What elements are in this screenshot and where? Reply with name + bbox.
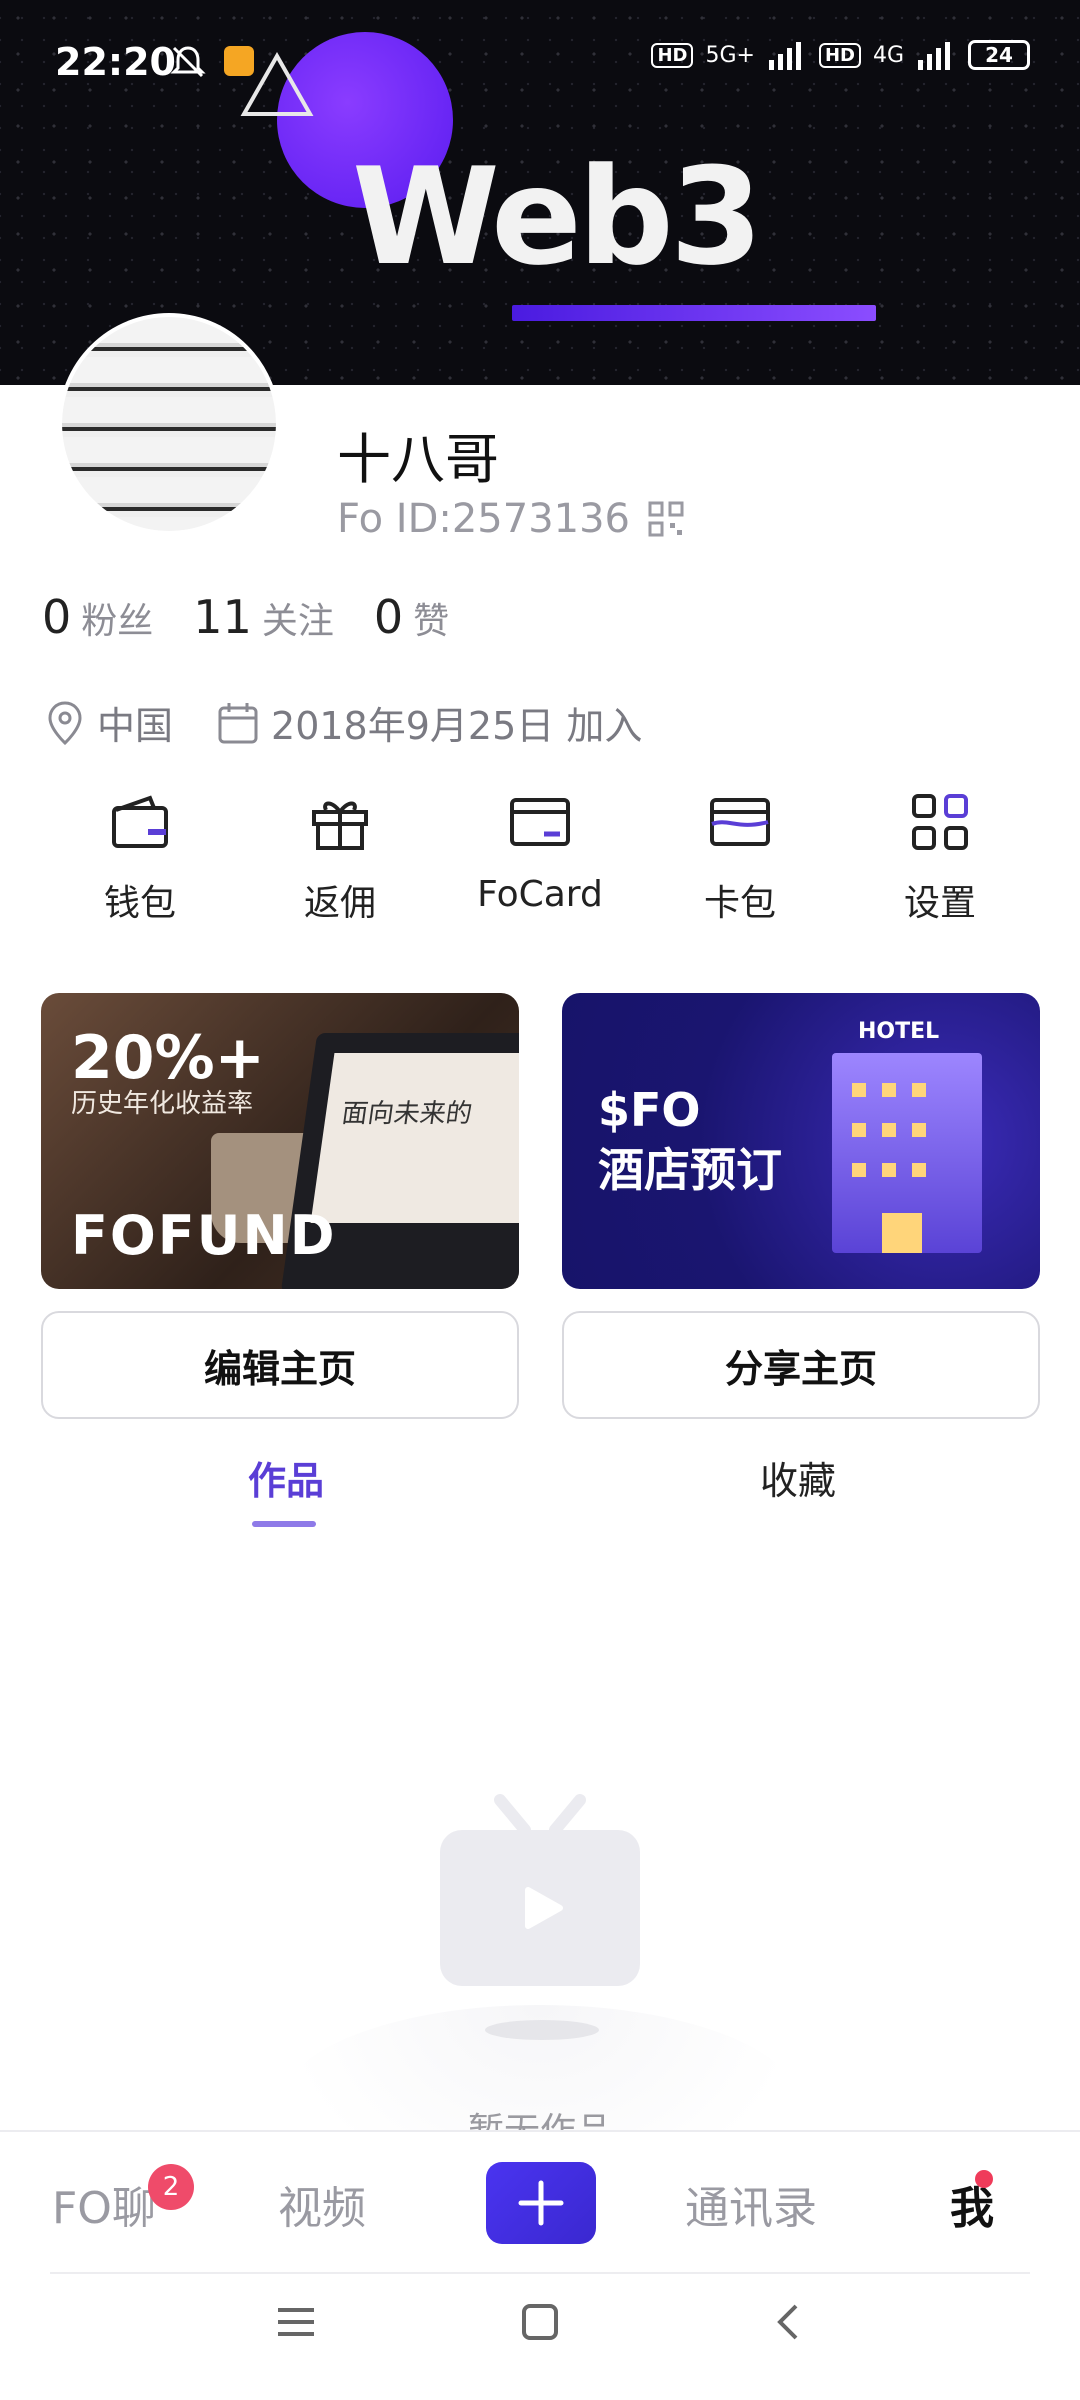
action-cardholder-label: 卡包 — [703, 883, 776, 924]
menu-icon[interactable] — [276, 2302, 316, 2342]
create-button[interactable] — [486, 2162, 596, 2244]
action-cardholder[interactable]: 卡包 — [640, 790, 840, 926]
profile-fo-id[interactable]: Fo ID:2573136 — [337, 496, 684, 542]
hotel-window — [882, 1123, 896, 1137]
tv-icon — [440, 1794, 640, 1986]
wallet-icon — [112, 795, 168, 848]
back-icon[interactable] — [768, 2302, 808, 2342]
profile-stats: 0 粉丝 11 关注 0赞 — [42, 590, 449, 644]
nav-divider — [50, 2272, 1030, 2274]
avatar[interactable] — [58, 313, 280, 535]
hd-badge-2: HD — [818, 42, 861, 68]
hotel-window — [882, 1163, 896, 1177]
status-time: 22:20 — [55, 40, 176, 84]
banner-title: Web3 — [352, 139, 763, 295]
action-wallet-label: 钱包 — [103, 883, 176, 924]
hotel-window — [852, 1083, 866, 1097]
join-date: 2018年9月25日 加入 — [217, 695, 642, 750]
promo-hotel-line2: 酒店预订 — [598, 1142, 782, 1197]
calendar-icon — [218, 702, 258, 743]
followers-label: 粉丝 — [81, 601, 154, 642]
empty-state: 暂无作品 — [0, 1750, 1080, 2205]
content-tabs: 作品 收藏 — [0, 1450, 1080, 1540]
hotel-window — [852, 1163, 866, 1177]
laptop-screen-text: 面向未来的 — [310, 1053, 519, 1223]
notification-icon — [224, 46, 254, 76]
promo-fofund[interactable]: 面向未来的 20%+ 历史年化收益率 FOFUND — [41, 993, 519, 1289]
gift-icon — [312, 801, 368, 850]
grid-icon — [912, 794, 968, 850]
profile-name: 十八哥 — [337, 428, 499, 491]
hotel-window — [912, 1163, 926, 1177]
tab-works[interactable]: 作品 — [248, 1450, 324, 1505]
location-pin-icon — [48, 700, 82, 745]
home-icon[interactable] — [520, 2302, 560, 2342]
nav-contacts[interactable]: 通讯录 — [685, 2172, 817, 2236]
hotel-window — [912, 1083, 926, 1097]
hotel-window — [912, 1123, 926, 1137]
plus-icon — [518, 2180, 564, 2226]
promo-hotel[interactable]: $FO 酒店预订 HOTEL — [562, 993, 1040, 1289]
join-date-text: 2018年9月25日 加入 — [271, 704, 643, 748]
battery-level: 24 — [985, 43, 1013, 67]
followers-count: 0 — [42, 590, 72, 644]
hotel-window — [852, 1123, 866, 1137]
action-focard-label: FoCard — [477, 874, 603, 915]
likes-label: 赞 — [413, 601, 450, 642]
bottom-nav: FO聊 2 视频 通讯录 我 — [0, 2130, 1080, 2400]
location-text: 中国 — [97, 704, 174, 748]
stat-followers[interactable]: 0 粉丝 — [42, 590, 153, 644]
empty-shadow — [485, 2020, 599, 2040]
following-label: 关注 — [261, 601, 334, 642]
likes-count: 0 — [373, 590, 404, 644]
hotel-sign: HOTEL — [858, 1019, 940, 1044]
nav-video[interactable]: 视频 — [278, 2172, 366, 2236]
avatar-image — [62, 317, 276, 531]
action-settings[interactable]: 设置 — [840, 790, 1040, 926]
network-4g: 4G — [872, 42, 904, 68]
hotel-window — [882, 1083, 896, 1097]
card-icon — [510, 798, 570, 846]
qr-code-icon[interactable] — [648, 501, 684, 537]
stat-following[interactable]: 11 关注 — [193, 590, 334, 644]
mute-icon — [170, 46, 206, 78]
nav-fo-chat[interactable]: FO聊 — [52, 2172, 156, 2236]
tab-favorites[interactable]: 收藏 — [760, 1450, 836, 1505]
signal-icon — [768, 42, 801, 70]
status-right: HD 5G+ HD 4G 24 — [651, 40, 1030, 70]
notification-dot — [975, 2170, 993, 2188]
action-settings-label: 设置 — [903, 883, 976, 924]
action-rebate-label: 返佣 — [303, 883, 376, 924]
profile-meta: 中国 2018年9月25日 加入 — [45, 695, 642, 750]
fofund-logo: FOFUND — [71, 1204, 337, 1267]
action-focard[interactable]: FoCard — [440, 790, 640, 926]
status-bar: 22:20 HD 5G+ HD 4G 24 — [0, 0, 1080, 120]
unread-badge: 2 — [148, 2164, 194, 2210]
banner-underline — [512, 305, 876, 321]
network-5g: 5G+ — [705, 42, 755, 68]
edit-profile-button[interactable]: 编辑主页 — [41, 1311, 519, 1419]
location: 中国 — [45, 695, 173, 750]
promo-hotel-line1: $FO — [598, 1083, 701, 1137]
share-profile-button[interactable]: 分享主页 — [562, 1311, 1040, 1419]
hotel-building-image: HOTEL — [832, 1019, 982, 1253]
cardholder-icon — [710, 798, 770, 846]
tab-indicator — [252, 1521, 316, 1527]
hotel-door — [882, 1213, 922, 1253]
battery-icon: 24 — [968, 40, 1030, 70]
promo-rate-label: 历史年化收益率 — [71, 1089, 254, 1119]
action-wallet[interactable]: 钱包 — [40, 790, 240, 926]
fo-id-text: Fo ID:2573136 — [337, 496, 630, 542]
stat-likes[interactable]: 0赞 — [374, 590, 449, 644]
quick-actions: 钱包 返佣 FoCard 卡包 设置 — [40, 790, 1040, 926]
signal-icon-2 — [918, 42, 950, 70]
action-rebate[interactable]: 返佣 — [240, 790, 440, 926]
promo-hotel-text: $FO 酒店预订 — [598, 1081, 782, 1201]
following-count: 11 — [193, 590, 252, 644]
hd-badge: HD — [651, 42, 694, 68]
